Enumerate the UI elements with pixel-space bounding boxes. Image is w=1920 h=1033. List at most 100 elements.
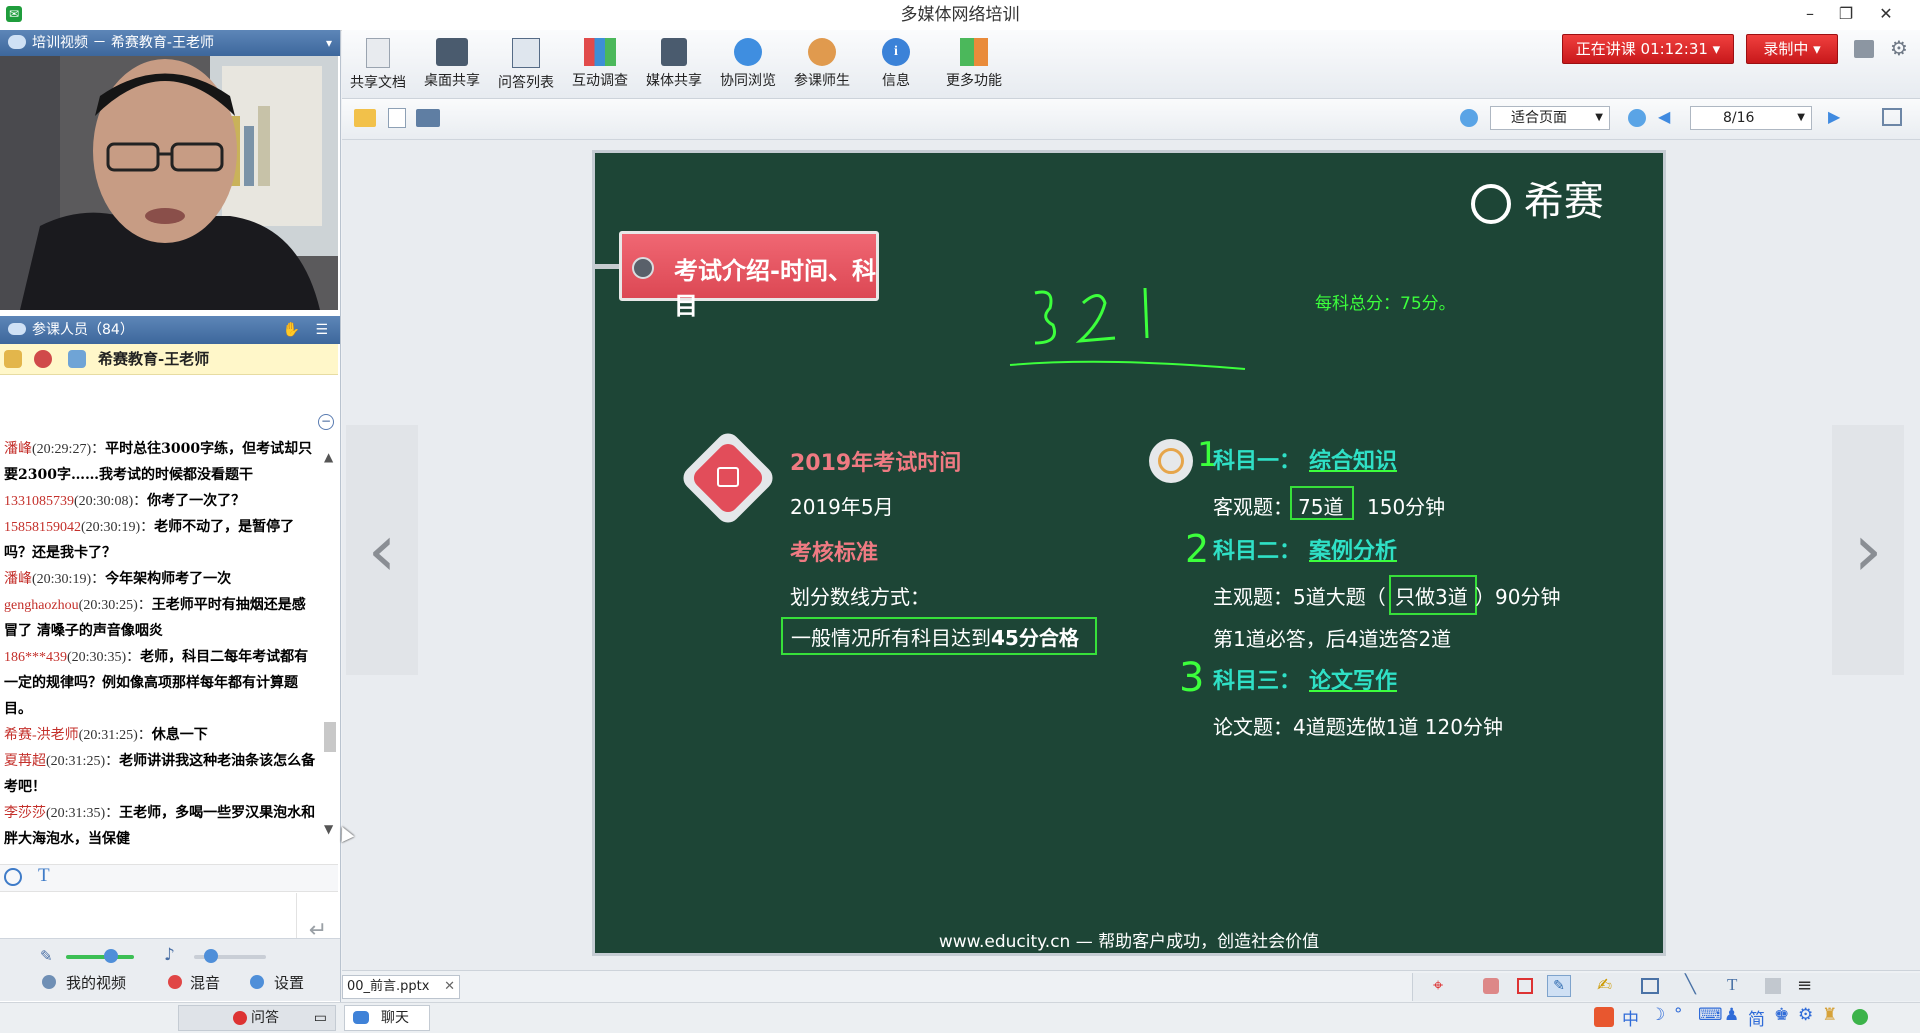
scroll-thumb[interactable] <box>324 722 336 752</box>
gear-icon[interactable]: ⚙ <box>1890 36 1908 60</box>
zoom-in-icon[interactable] <box>1460 109 1478 127</box>
slide-logo: 希赛 <box>1471 169 1604 227</box>
camera-icon <box>717 467 739 487</box>
exam-time-heading: 2019年考试时间 <box>790 451 962 476</box>
pointer-icon[interactable]: ⌖ <box>1433 975 1443 996</box>
subject2-label: 科目二： <box>1213 539 1302 564</box>
live-status-button[interactable]: 正在讲课 01:12:31 ▾ <box>1562 34 1734 64</box>
fullscreen-icon[interactable] <box>1882 108 1902 126</box>
current-user-row[interactable]: 希赛教育-王老师 <box>0 344 338 375</box>
settings-button[interactable]: 设置 <box>274 972 304 993</box>
microphone-icon[interactable]: ✎ <box>40 947 53 965</box>
slide-footer: www.educity.cn — 帮助客户成功，创造社会价值 <box>938 932 1320 952</box>
qa-list-button[interactable]: 问答列表 <box>490 36 562 96</box>
next-page-icon[interactable]: ▶ <box>1828 107 1840 126</box>
pen-icon <box>4 350 22 368</box>
handwritten-321 <box>1009 287 1246 370</box>
left-panel: 培训视频 － 希赛教育-王老师 ▾ 参课人员（84） ✋ ☰ 希赛教育-王老师 … <box>0 30 341 1032</box>
mic-volume-slider[interactable] <box>66 955 134 959</box>
window-title: 多媒体网络培训 <box>900 5 1020 25</box>
slide-title: 考试介绍-时间、科目 <box>674 257 876 320</box>
bottom-tab-bar: 问答 ▭ 聊天 中 ☽ ° ⌨ ♟ 简 ♚ ⚙ ♜ <box>0 1002 1920 1033</box>
text-tool-icon[interactable]: T <box>1727 975 1737 995</box>
new-document-icon[interactable] <box>388 108 406 128</box>
screenshot-icon[interactable] <box>416 109 440 127</box>
speaker-volume-handle[interactable] <box>204 949 218 963</box>
chat-panel: − 潘峰(20:29:27)：平时总往3000字练，但考试却只要2300字……我… <box>0 378 338 847</box>
close-button[interactable]: ✕ <box>1866 0 1906 28</box>
zoom-out-icon[interactable] <box>1628 109 1646 127</box>
attendee-panel-header: 参课人员（84） ✋ ☰ <box>0 316 340 344</box>
co-browse-button[interactable]: 协同浏览 <box>712 36 784 96</box>
mark-three: 3 <box>1179 655 1205 701</box>
desktop-share-button[interactable]: 桌面共享 <box>416 36 488 96</box>
clear-icon[interactable] <box>1517 978 1533 994</box>
previous-slide-button[interactable]: ‹ <box>346 425 418 675</box>
main-toolbar: 共享文档 桌面共享 问答列表 互动调查 媒体共享 协同浏览 参课师生 i 信息 更… <box>342 30 1920 99</box>
minimize-tab-icon[interactable]: ▭ <box>314 1006 327 1030</box>
collapse-icon[interactable]: − <box>318 414 334 430</box>
next-slide-button[interactable]: › <box>1832 425 1904 675</box>
my-video-button[interactable]: 我的视频 <box>66 972 126 993</box>
fit-mode-select[interactable]: 适合页面 ▼ <box>1490 106 1610 130</box>
scroll-up-icon[interactable]: ▲ <box>324 450 333 464</box>
total-score-note: 每科总分：75分。 <box>1315 294 1456 314</box>
share-document-button[interactable]: 共享文档 <box>342 36 414 96</box>
minimize-button[interactable]: – <box>1790 0 1830 28</box>
previous-page-icon[interactable]: ◀ <box>1658 107 1670 126</box>
eraser-icon[interactable] <box>1483 978 1499 994</box>
open-folder-icon[interactable] <box>354 109 376 127</box>
video-icon <box>8 35 26 49</box>
chat-tab[interactable]: 聊天 <box>344 1005 430 1031</box>
line-width-icon[interactable]: ≡ <box>1797 975 1812 996</box>
layout-icon[interactable] <box>1854 40 1874 58</box>
more-functions-button[interactable]: 更多功能 <box>934 36 1014 96</box>
survey-button[interactable]: 互动调查 <box>564 36 636 96</box>
ime-moon-icon[interactable]: ☽ <box>1650 1005 1665 1025</box>
ime-settings-icon[interactable]: ⚙ <box>1798 1005 1813 1025</box>
document-tab[interactable]: 00_前言.pptx ✕ <box>342 975 460 999</box>
ime-user-icon[interactable]: ♟ <box>1724 1005 1739 1025</box>
participants-button[interactable]: 参课师生 <box>786 36 858 96</box>
ime-punct-icon[interactable]: ° <box>1674 1005 1683 1025</box>
document-tab-bar: 00_前言.pptx ✕ ⌖ ✎ ✍ ╲ T ≡ <box>342 970 1920 1003</box>
media-share-button[interactable]: 媒体共享 <box>638 36 710 96</box>
line-icon[interactable]: ╲ <box>1685 974 1696 995</box>
qa-tab[interactable]: 问答 ▭ <box>178 1005 336 1031</box>
pen-tool-icon[interactable]: ✎ <box>1547 975 1571 997</box>
document-icon <box>366 38 390 68</box>
chevron-down-icon: ▼ <box>1595 112 1603 123</box>
highlighter-icon[interactable]: ✍ <box>1597 975 1612 996</box>
fill-color-icon[interactable] <box>1765 978 1781 994</box>
chat-message: 1331085739(20:30:08)：你考了一次了？ <box>4 493 246 509</box>
text-format-icon[interactable]: T <box>38 865 50 887</box>
scroll-down-icon[interactable]: ▼ <box>324 822 333 836</box>
video-frame-image <box>0 56 338 310</box>
speaker-icon[interactable]: ♪ <box>164 945 175 965</box>
video-panel-header: 培训视频 － 希赛教育-王老师 ▾ <box>0 30 340 56</box>
ime-keyboard-icon[interactable]: ⌨ <box>1698 1005 1723 1025</box>
subject2-count: 只做3道 <box>1395 585 1468 609</box>
hand-raise-icon[interactable]: ✋ <box>283 316 300 344</box>
recording-button[interactable]: 录制中 ▾ <box>1746 34 1838 64</box>
chat-scrollbar[interactable]: ▲ ▼ <box>322 450 338 836</box>
people-icon <box>808 38 836 66</box>
chat-message: 186***439(20:30:35)：老师，科目二每年考试都有一定的规律吗？例… <box>4 649 309 717</box>
close-tab-icon[interactable]: ✕ <box>444 976 455 998</box>
ime-simplified-icon[interactable]: 简 <box>1748 1005 1765 1030</box>
logo-circle-icon <box>1471 184 1511 224</box>
mic-volume-handle[interactable] <box>104 949 118 963</box>
mix-button[interactable]: 混音 <box>190 972 220 993</box>
ime-skin-icon[interactable]: ♚ <box>1774 1005 1789 1025</box>
restore-button[interactable]: ❐ <box>1826 0 1866 28</box>
ime-extra-icon[interactable]: ♜ <box>1822 1005 1837 1025</box>
rectangle-icon[interactable] <box>1641 978 1659 994</box>
ime-chinese-icon[interactable]: 中 <box>1622 1005 1639 1030</box>
emoji-icon[interactable] <box>4 868 22 886</box>
user-settings-icon[interactable]: ☰ <box>315 316 328 344</box>
panel-menu-icon[interactable]: ▾ <box>326 30 332 56</box>
ime-logo-icon[interactable] <box>1594 1007 1614 1027</box>
info-button[interactable]: i 信息 <box>860 36 932 96</box>
subject2-detail-a: 主观题：5道大题（ <box>1213 585 1386 609</box>
page-select[interactable]: 8/16 ▼ <box>1690 106 1812 130</box>
